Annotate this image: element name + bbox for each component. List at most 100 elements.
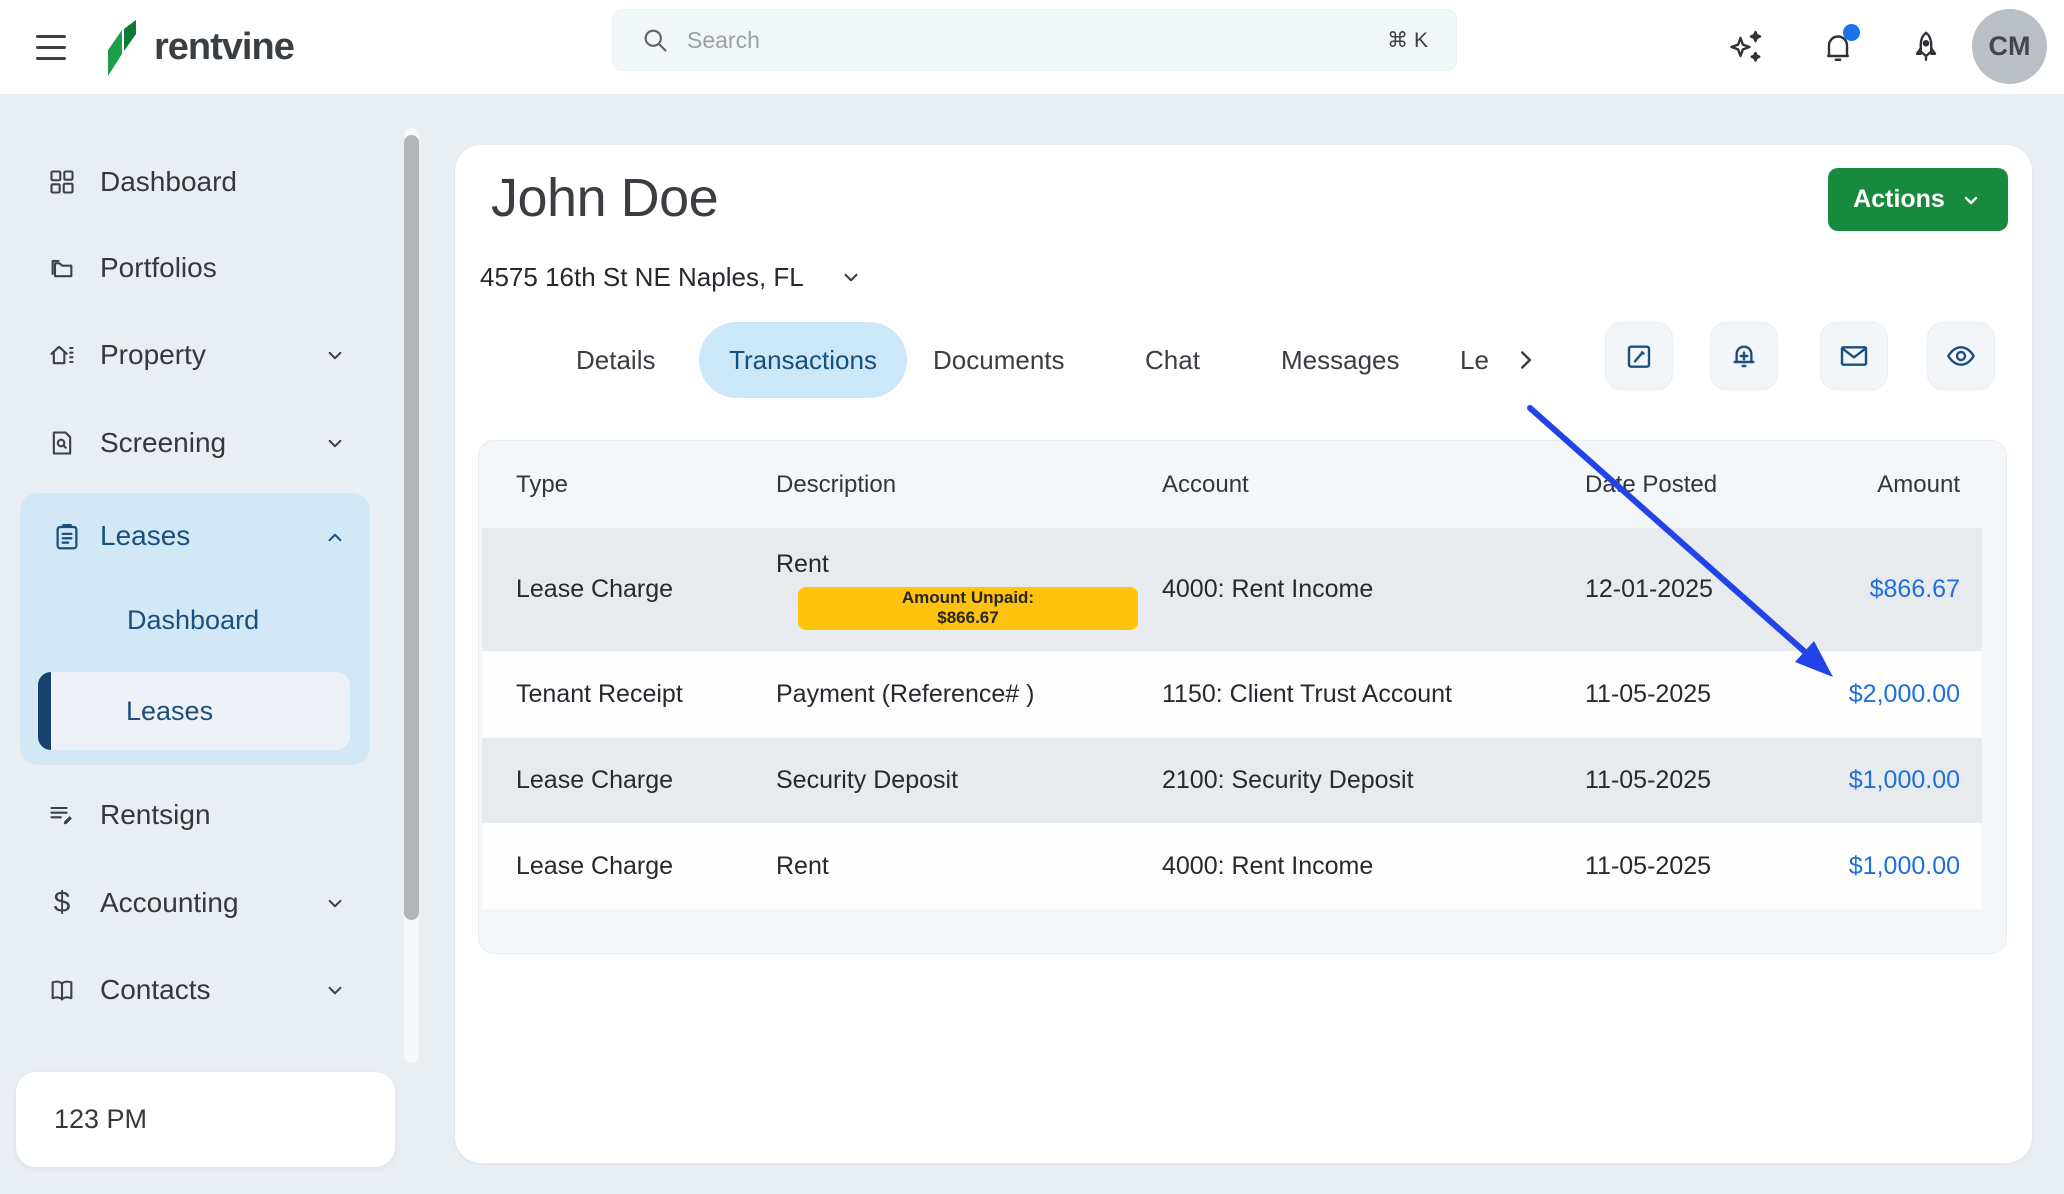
notification-dot bbox=[1843, 24, 1860, 41]
chevron-down-icon bbox=[322, 977, 348, 1003]
clipboard-pencil-icon bbox=[1623, 340, 1655, 372]
sidebar-item-label: Leases bbox=[100, 520, 190, 552]
tab-chat[interactable]: Chat bbox=[1145, 322, 1200, 398]
cell-type: Lease Charge bbox=[516, 575, 776, 604]
cell-account: 4000: Rent Income bbox=[1162, 575, 1585, 604]
cell-description: Payment (Reference# ) bbox=[776, 680, 1162, 709]
brand-name: rentvine bbox=[154, 26, 294, 69]
amount-link[interactable]: $866.67 bbox=[1870, 575, 1960, 604]
table-row[interactable]: Lease Charge Security Deposit 2100: Secu… bbox=[482, 738, 1982, 823]
chevron-down-icon bbox=[322, 430, 348, 456]
table-row[interactable]: Tenant Receipt Payment (Reference# ) 115… bbox=[482, 651, 1982, 738]
notifications-button[interactable] bbox=[1813, 22, 1863, 72]
amount-link[interactable]: $2,000.00 bbox=[1849, 680, 1960, 709]
clipboard-icon bbox=[52, 522, 82, 552]
sidebar-item-label: Property bbox=[100, 339, 206, 371]
column-header-amount: Amount bbox=[1877, 471, 1960, 499]
sidebar-scrollbar-thumb[interactable] bbox=[404, 135, 419, 920]
page-title: John Doe bbox=[491, 167, 718, 229]
sidebar-subitem-label: Leases bbox=[126, 696, 213, 727]
search-input[interactable] bbox=[687, 27, 1369, 54]
transactions-table: Type Description Account Date Posted Amo… bbox=[478, 440, 2007, 954]
cell-type: Tenant Receipt bbox=[516, 680, 776, 709]
house-icon bbox=[48, 341, 76, 369]
sidebar-item-label: Contacts bbox=[100, 974, 211, 1006]
bell-plus-icon bbox=[1728, 340, 1760, 372]
cell-type: Lease Charge bbox=[516, 852, 776, 881]
sidebar-subitem-leases-leases[interactable]: Leases bbox=[38, 672, 350, 750]
menu-button[interactable] bbox=[36, 23, 68, 71]
chevron-down-icon bbox=[322, 890, 348, 916]
chevron-down-icon bbox=[1959, 188, 1983, 212]
sidebar-item-accounting[interactable]: $ Accounting bbox=[0, 873, 400, 933]
clock-label: 123 PM bbox=[54, 1104, 147, 1135]
cell-description: Security Deposit bbox=[776, 766, 1162, 795]
cell-date-posted: 11-05-2025 bbox=[1585, 852, 1835, 881]
sidebar-item-property[interactable]: Property bbox=[0, 325, 400, 385]
amount-link[interactable]: $1,000.00 bbox=[1849, 852, 1960, 881]
dollar-icon: $ bbox=[48, 889, 76, 917]
column-header-account: Account bbox=[1162, 471, 1585, 499]
amount-unpaid-badge: Amount Unpaid: $866.67 bbox=[798, 587, 1138, 630]
rentvine-logo[interactable]: rentvine bbox=[100, 0, 294, 95]
description-text: Rent bbox=[776, 550, 829, 579]
actions-label: Actions bbox=[1853, 185, 1945, 214]
cell-description: Rent bbox=[776, 852, 1162, 881]
cell-description: Rent Amount Unpaid: $866.67 bbox=[776, 550, 1162, 630]
sidebar-item-portfolios[interactable]: Portfolios bbox=[0, 238, 400, 298]
avatar[interactable]: CM bbox=[1972, 9, 2047, 84]
folder-icon bbox=[48, 254, 76, 282]
search-bar[interactable]: ⌘ K bbox=[612, 9, 1457, 71]
watch-button[interactable] bbox=[1927, 322, 1995, 390]
sidebar-scrollbar[interactable] bbox=[404, 128, 419, 1063]
sidebar-item-label: Accounting bbox=[100, 887, 239, 919]
tab-documents[interactable]: Documents bbox=[933, 322, 1065, 398]
whats-new-button[interactable] bbox=[1901, 22, 1951, 72]
sparkles-icon bbox=[1730, 29, 1766, 65]
cell-date-posted: 11-05-2025 bbox=[1585, 680, 1835, 709]
sidebar-subitem-leases-dashboard[interactable]: Dashboard bbox=[127, 605, 259, 636]
sidebar-item-label: Portfolios bbox=[100, 252, 217, 284]
sidebar-item-screening[interactable]: Screening bbox=[0, 413, 400, 473]
tab-details[interactable]: Details bbox=[576, 322, 655, 398]
tab-transactions[interactable]: Transactions bbox=[699, 322, 907, 398]
table-row[interactable]: Lease Charge Rent Amount Unpaid: $866.67… bbox=[482, 528, 1982, 651]
cell-type: Lease Charge bbox=[516, 766, 776, 795]
eye-icon bbox=[1945, 340, 1977, 372]
cell-account: 1150: Client Trust Account bbox=[1162, 680, 1585, 709]
property-address: 4575 16th St NE Naples, FL bbox=[480, 262, 804, 293]
rentvine-logo-icon bbox=[100, 20, 146, 76]
sidebar-item-contacts[interactable]: Contacts bbox=[0, 960, 400, 1020]
search-icon bbox=[641, 26, 669, 54]
topbar: rentvine ⌘ K bbox=[0, 0, 2064, 95]
lease-detail-card: John Doe 4575 16th St NE Naples, FL Acti… bbox=[455, 145, 2032, 1163]
table-row[interactable]: Lease Charge Rent 4000: Rent Income 11-0… bbox=[482, 823, 1982, 909]
edit-note-button[interactable] bbox=[1605, 322, 1673, 390]
amount-link[interactable]: $1,000.00 bbox=[1849, 766, 1960, 795]
tabs-scroll-right-button[interactable] bbox=[1511, 345, 1541, 375]
tab-leases-truncated[interactable]: Le bbox=[1460, 322, 1489, 398]
actions-button[interactable]: Actions bbox=[1828, 168, 2008, 231]
send-email-button[interactable] bbox=[1820, 322, 1888, 390]
tab-messages[interactable]: Messages bbox=[1281, 322, 1400, 398]
property-selector[interactable]: 4575 16th St NE Naples, FL bbox=[480, 257, 864, 297]
cell-account: 4000: Rent Income bbox=[1162, 852, 1585, 881]
sidebar-item-dashboard[interactable]: Dashboard bbox=[0, 152, 400, 212]
sidebar-item-rentsign[interactable]: Rentsign bbox=[0, 785, 400, 845]
envelope-icon bbox=[1838, 340, 1870, 372]
sidebar-item-label: Dashboard bbox=[100, 166, 237, 198]
cell-date-posted: 11-05-2025 bbox=[1585, 766, 1835, 795]
dashboard-icon bbox=[48, 168, 76, 196]
column-header-date-posted: Date Posted bbox=[1585, 471, 1835, 499]
column-header-description: Description bbox=[776, 471, 1162, 499]
sidebar-item-label: Rentsign bbox=[100, 799, 211, 831]
column-header-type: Type bbox=[516, 471, 776, 499]
ai-assistant-button[interactable] bbox=[1723, 22, 1773, 72]
sidebar-item-leases[interactable]: Leases bbox=[20, 507, 370, 567]
rocket-icon bbox=[1908, 29, 1944, 65]
add-reminder-button[interactable] bbox=[1710, 322, 1778, 390]
signature-pen-icon bbox=[48, 801, 76, 829]
sidebar-item-label: Screening bbox=[100, 427, 226, 459]
search-shortcut: ⌘ K bbox=[1387, 28, 1428, 53]
clock-widget[interactable]: 123 PM bbox=[16, 1072, 395, 1167]
